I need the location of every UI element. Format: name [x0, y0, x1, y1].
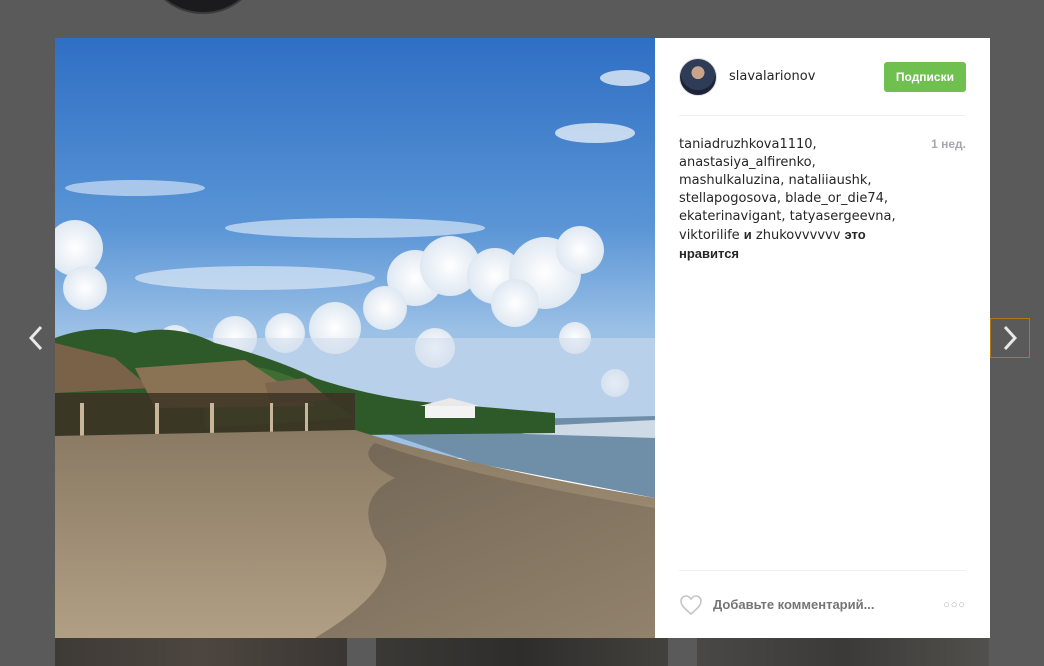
post-timestamp[interactable]: 1 нед. [931, 136, 966, 151]
chevron-left-icon [28, 325, 43, 351]
follow-button[interactable]: Подписки [883, 61, 966, 92]
user-avatar[interactable] [679, 57, 717, 96]
likes-section: taniadruzhkova1110, anastasiya_alfirenko… [679, 116, 966, 264]
comment-bar: ○○○ [679, 570, 966, 638]
chevron-right-icon [1003, 325, 1018, 351]
heart-outline-icon[interactable] [679, 594, 703, 616]
liker-link[interactable]: anastasiya_alfirenko, [679, 155, 816, 170]
liker-link[interactable]: ekaterinavigant, tatyasergeevna, [679, 209, 896, 224]
background-thumbnail [697, 638, 989, 666]
previous-post-button[interactable] [16, 318, 56, 358]
liker-link[interactable]: stellapogosova, blade_or_die74, [679, 191, 888, 206]
background-profile-avatar [148, 0, 258, 14]
beach-photo [55, 38, 655, 638]
username-link[interactable]: slavalarionov [729, 69, 884, 84]
liker-link[interactable]: mashulkaluzina, nataliiaushk, [679, 173, 872, 188]
likes-text: taniadruzhkova1110, anastasiya_alfirenko… [679, 136, 931, 264]
background-thumbnail [55, 638, 347, 666]
liker-link[interactable]: taniadruzhkova1110, [679, 137, 817, 152]
liker-link[interactable]: viktorilife [679, 228, 740, 243]
likes-conjunction: и [743, 227, 752, 242]
background-thumbnail [376, 638, 668, 666]
post-modal: slavalarionov Подписки taniadruzhkova111… [55, 38, 990, 638]
liker-link[interactable]: zhukovvvvvv [756, 228, 840, 243]
comment-input[interactable] [713, 597, 944, 612]
more-options-button[interactable]: ○○○ [943, 599, 966, 611]
post-photo [55, 38, 655, 638]
post-sidebar: slavalarionov Подписки taniadruzhkova111… [655, 38, 990, 638]
next-post-button[interactable] [990, 318, 1030, 358]
post-header: slavalarionov Подписки [679, 38, 966, 116]
